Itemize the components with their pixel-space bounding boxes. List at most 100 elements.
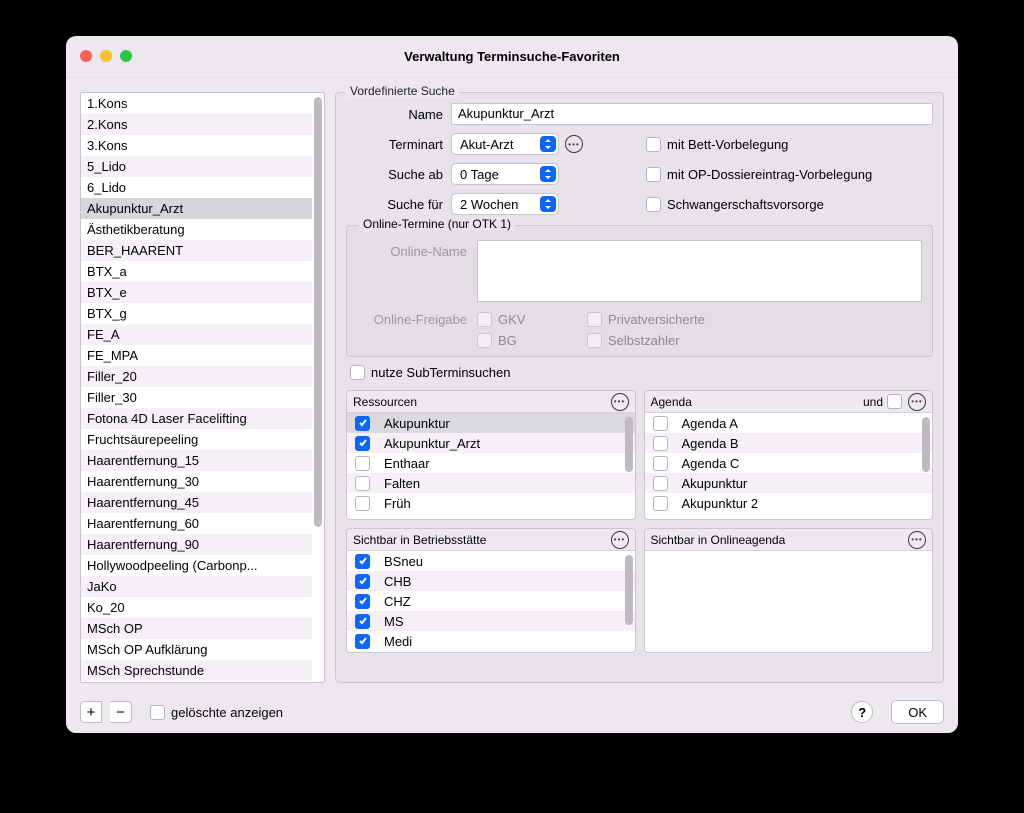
checkbox[interactable]: [355, 554, 370, 569]
list-item[interactable]: Hollywoodpeeling (Carbonp...: [81, 555, 312, 576]
schwanger-checkbox[interactable]: Schwangerschaftsvorsorge: [646, 197, 824, 212]
list-item[interactable]: Ko_20: [81, 597, 312, 618]
betrieb-list[interactable]: BSneu CHB CHZMSMedi: [347, 551, 635, 652]
list-item[interactable]: 6_Lido: [81, 177, 312, 198]
list-item[interactable]: MSch Sprechstunde: [81, 660, 312, 681]
list-item[interactable]: Früh: [347, 493, 635, 513]
ressourcen-list[interactable]: AkupunkturAkupunktur_ArztEnthaarFalten Fr…: [347, 413, 635, 519]
agenda-list[interactable]: Agenda AAgenda BAgenda CAkupunkturAkupun…: [645, 413, 933, 519]
scrollbar[interactable]: [922, 417, 930, 472]
list-item[interactable]: CHB: [347, 571, 635, 591]
list-item[interactable]: Akupunktur_Arzt: [347, 433, 635, 453]
name-input[interactable]: Akupunktur_Arzt: [451, 103, 933, 125]
list-item[interactable]: 2.Kons: [81, 114, 312, 135]
list-item[interactable]: CHZ: [347, 591, 635, 611]
list-item[interactable]: Ästhetikberatung: [81, 219, 312, 240]
list-item[interactable]: MSch OP: [81, 618, 312, 639]
item-label: CHB: [384, 574, 411, 589]
list-item[interactable]: Fotona 4D Laser Facelifting: [81, 408, 312, 429]
online-name-textarea[interactable]: [477, 240, 922, 302]
remove-button[interactable]: −: [110, 701, 132, 723]
list-item[interactable]: Haarentfernung_15: [81, 450, 312, 471]
show-deleted-checkbox[interactable]: gelöschte anzeigen: [150, 705, 283, 720]
item-label: Früh: [384, 496, 411, 511]
list-item[interactable]: Filler_30: [81, 387, 312, 408]
list-item[interactable]: Akupunktur: [645, 473, 933, 493]
terminart-label: Terminart: [346, 137, 451, 152]
checkbox[interactable]: [355, 476, 370, 491]
list-item[interactable]: Agenda C: [645, 453, 933, 473]
zoom-icon[interactable]: [120, 50, 132, 62]
list-item[interactable]: BSneu: [347, 551, 635, 571]
help-button[interactable]: ?: [851, 701, 873, 723]
list-item[interactable]: Medi: [347, 631, 635, 651]
titlebar: Verwaltung Terminsuche-Favoriten: [66, 36, 958, 78]
list-item[interactable]: Haarentfernung_30: [81, 471, 312, 492]
terminart-select[interactable]: Akut-Arzt: [451, 133, 559, 155]
list-item[interactable]: 5_Lido: [81, 156, 312, 177]
onlineagenda-list[interactable]: [645, 551, 933, 652]
checkbox[interactable]: [653, 416, 668, 431]
window-title: Verwaltung Terminsuche-Favoriten: [66, 49, 958, 64]
list-item[interactable]: Akupunktur: [347, 413, 635, 433]
checkbox[interactable]: [653, 456, 668, 471]
list-item[interactable]: MSch OP Aufklärung: [81, 639, 312, 660]
nutze-sub-checkbox[interactable]: nutze SubTerminsuchen: [350, 365, 933, 380]
gkv-checkbox[interactable]: GKV: [477, 312, 587, 327]
sucheab-select[interactable]: 0 Tage: [451, 163, 559, 185]
checkbox[interactable]: [355, 614, 370, 629]
minimize-icon[interactable]: [100, 50, 112, 62]
add-button[interactable]: +: [80, 701, 102, 723]
checkbox[interactable]: [355, 496, 370, 511]
checkbox[interactable]: [355, 456, 370, 471]
checkbox[interactable]: [355, 416, 370, 431]
list-item[interactable]: Filler_20: [81, 366, 312, 387]
terminart-more-button[interactable]: •••: [565, 135, 583, 153]
list-item[interactable]: 3.Kons: [81, 135, 312, 156]
list-item[interactable]: Haarentfernung_90: [81, 534, 312, 555]
checkbox[interactable]: [355, 634, 370, 649]
list-item[interactable]: BTX_e: [81, 282, 312, 303]
list-item[interactable]: FE_A: [81, 324, 312, 345]
scrollbar[interactable]: [314, 97, 322, 527]
favorites-list[interactable]: 1.Kons2.Kons3.Kons5_Lido6_LidoAkupunktur…: [80, 92, 325, 683]
ressourcen-more-button[interactable]: •••: [611, 393, 629, 411]
list-item[interactable]: BTX_g: [81, 303, 312, 324]
agenda-and-checkbox[interactable]: [887, 394, 902, 409]
scrollbar[interactable]: [625, 417, 633, 472]
checkbox[interactable]: [653, 496, 668, 511]
list-item[interactable]: Fruchtsäurepeeling: [81, 429, 312, 450]
checkbox[interactable]: [355, 436, 370, 451]
list-item[interactable]: JaKo: [81, 576, 312, 597]
list-item[interactable]: Haarentfernung_45: [81, 492, 312, 513]
online-freigabe-label: Online-Freigabe: [357, 312, 477, 348]
list-item[interactable]: Enthaar: [347, 453, 635, 473]
list-item[interactable]: Agenda B: [645, 433, 933, 453]
list-item[interactable]: Haarentfernung_60: [81, 513, 312, 534]
scrollbar[interactable]: [625, 555, 633, 625]
checkbox[interactable]: [653, 436, 668, 451]
bg-checkbox[interactable]: BG: [477, 333, 587, 348]
close-icon[interactable]: [80, 50, 92, 62]
list-item[interactable]: Akupunktur_Arzt: [81, 198, 312, 219]
onlineagenda-more-button[interactable]: •••: [908, 531, 926, 549]
privat-checkbox[interactable]: Privatversicherte: [587, 312, 737, 327]
list-item[interactable]: Agenda A: [645, 413, 933, 433]
list-item[interactable]: 1.Kons: [81, 93, 312, 114]
list-item[interactable]: BTX_a: [81, 261, 312, 282]
list-item[interactable]: Falten: [347, 473, 635, 493]
checkbox[interactable]: [653, 476, 668, 491]
agenda-more-button[interactable]: •••: [908, 393, 926, 411]
op-checkbox[interactable]: mit OP-Dossiereintrag-Vorbelegung: [646, 167, 872, 182]
list-item[interactable]: Akupunktur 2: [645, 493, 933, 513]
suchefuer-select[interactable]: 2 Wochen: [451, 193, 559, 215]
bett-checkbox[interactable]: mit Bett-Vorbelegung: [646, 137, 788, 152]
selbst-checkbox[interactable]: Selbstzahler: [587, 333, 737, 348]
ok-button[interactable]: OK: [891, 700, 944, 724]
list-item[interactable]: BER_HAARENT: [81, 240, 312, 261]
list-item[interactable]: MS: [347, 611, 635, 631]
list-item[interactable]: FE_MPA: [81, 345, 312, 366]
checkbox[interactable]: [355, 594, 370, 609]
betrieb-more-button[interactable]: •••: [611, 531, 629, 549]
checkbox[interactable]: [355, 574, 370, 589]
